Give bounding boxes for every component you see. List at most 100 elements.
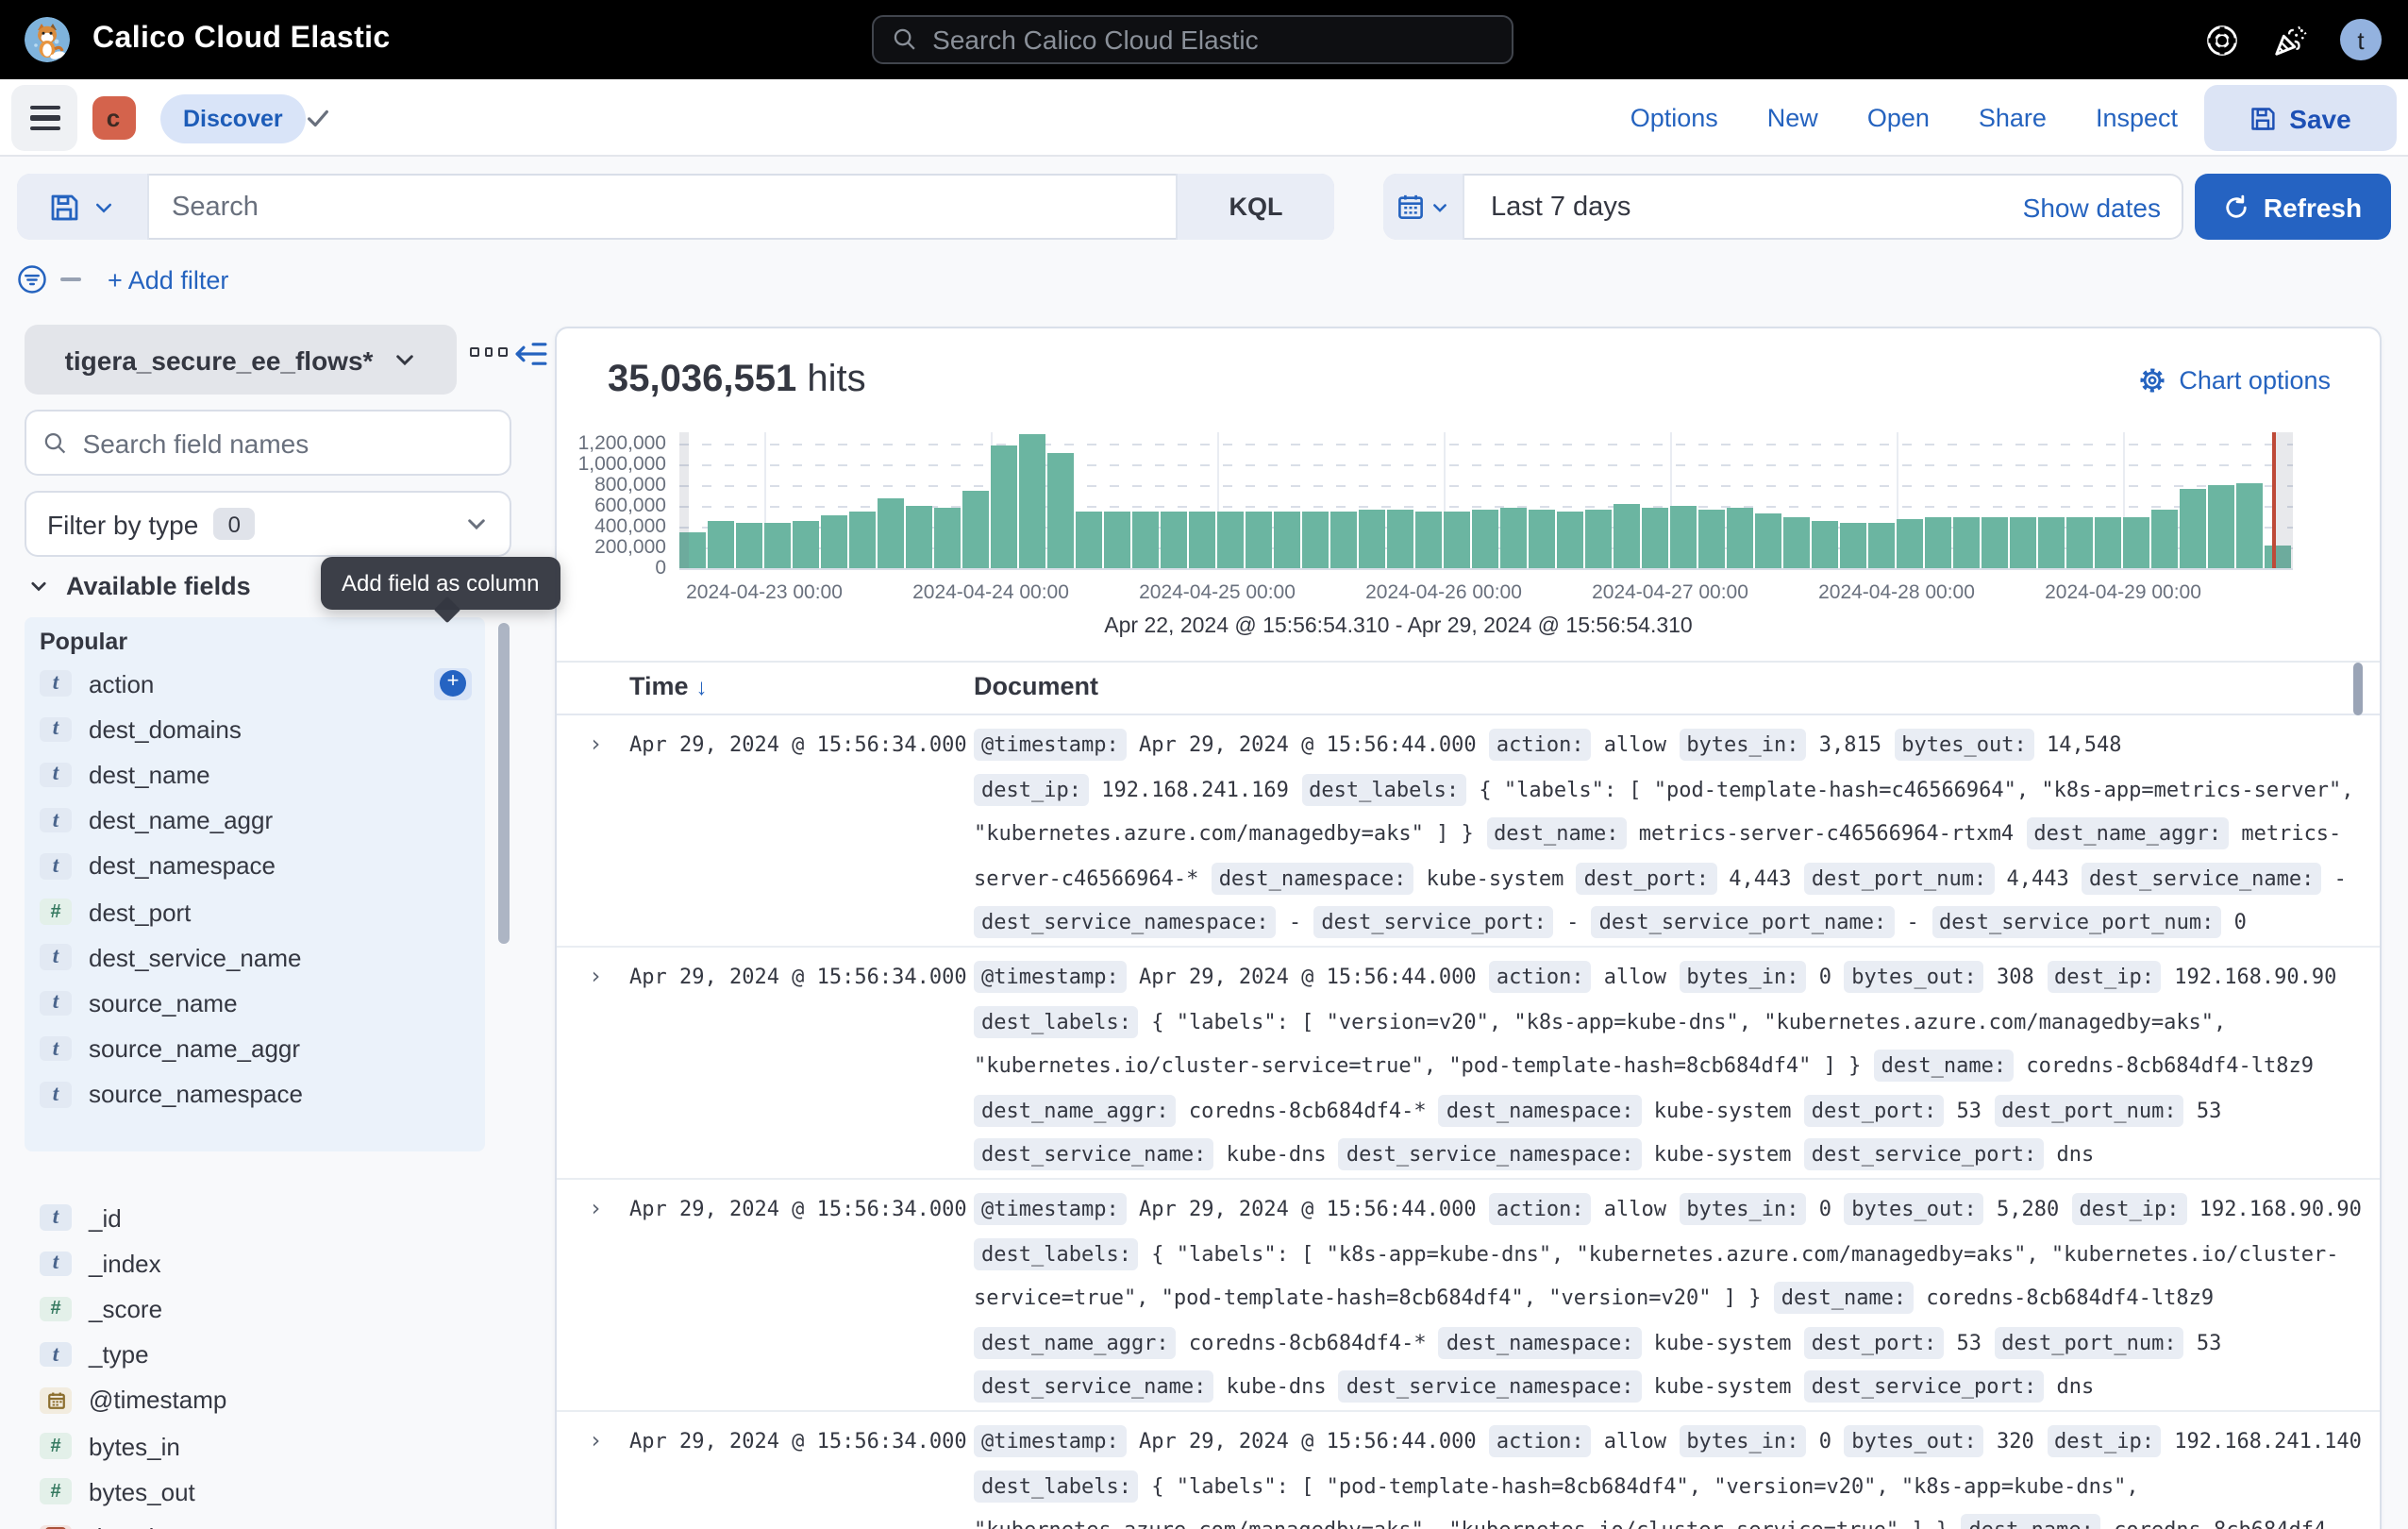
toolbar-link-open[interactable]: Open xyxy=(1867,104,1930,132)
histogram-bar[interactable] xyxy=(906,506,932,568)
field-item-source_namespace[interactable]: tsource_namespace xyxy=(25,1071,485,1117)
time-range-value[interactable]: Last 7 days xyxy=(1464,192,2000,222)
expand-row-icon[interactable]: › xyxy=(589,1427,602,1453)
histogram-bar[interactable] xyxy=(962,490,989,568)
doc-table-scrollbar[interactable] xyxy=(2353,663,2363,715)
show-dates-button[interactable]: Show dates xyxy=(2000,192,2183,222)
histogram-bar[interactable] xyxy=(2180,489,2206,568)
histogram-bar[interactable] xyxy=(878,498,904,568)
field-item-source_name[interactable]: tsource_name xyxy=(25,981,485,1026)
field-item-dest_ip[interactable]: IPdest_ip xyxy=(25,1515,485,1529)
histogram-bar[interactable] xyxy=(2010,517,2036,568)
global-search-input[interactable] xyxy=(932,25,1493,55)
field-item-dest_domains[interactable]: tdest_domains xyxy=(25,706,485,751)
toolbar-link-share[interactable]: Share xyxy=(1979,104,2047,132)
histogram-bar[interactable] xyxy=(1047,454,1074,568)
field-item-_type[interactable]: t_type xyxy=(25,1332,485,1377)
index-options-icon[interactable] xyxy=(470,347,507,356)
histogram-bar[interactable] xyxy=(821,515,847,568)
field-item-_index[interactable]: t_index xyxy=(25,1240,485,1285)
histogram-bar[interactable] xyxy=(764,523,791,568)
histogram-bar[interactable] xyxy=(1755,513,1781,568)
time-column-header[interactable]: Time↓ xyxy=(629,672,708,700)
histogram-bar[interactable] xyxy=(1359,511,1385,569)
histogram-bar[interactable] xyxy=(2066,517,2093,568)
global-search[interactable] xyxy=(872,15,1513,64)
field-search-input[interactable] xyxy=(83,428,493,458)
histogram-bar[interactable] xyxy=(849,512,876,568)
histogram-bar[interactable] xyxy=(1698,510,1725,568)
expand-row-icon[interactable]: › xyxy=(589,1195,602,1221)
histogram-bar[interactable] xyxy=(1387,510,1413,568)
histogram-bar[interactable] xyxy=(2038,517,2065,568)
field-item-_id[interactable]: t_id xyxy=(25,1195,485,1240)
histogram-bar[interactable] xyxy=(1670,506,1697,568)
histogram-bar[interactable] xyxy=(1925,517,1951,568)
kql-language-button[interactable]: KQL xyxy=(1176,174,1334,240)
date-picker-calendar-button[interactable] xyxy=(1383,174,1464,240)
histogram-bar[interactable] xyxy=(2151,510,2178,568)
add-field-as-column-button[interactable]: + xyxy=(434,667,472,700)
field-item-_score[interactable]: #_score xyxy=(25,1286,485,1332)
histogram-bar[interactable] xyxy=(1529,510,1555,568)
histogram-bar[interactable] xyxy=(1161,512,1187,568)
menu-hamburger-button[interactable] xyxy=(11,85,77,151)
available-fields-toggle[interactable]: Available fields xyxy=(28,572,251,600)
save-button[interactable]: Save xyxy=(2204,85,2397,151)
histogram-bar[interactable] xyxy=(1415,511,1442,568)
histogram-bar[interactable] xyxy=(1897,520,1923,569)
filter-icon[interactable] xyxy=(17,264,47,294)
histogram-bar[interactable] xyxy=(934,507,961,568)
histogram-bar[interactable] xyxy=(2208,484,2234,568)
histogram-bar[interactable] xyxy=(1585,511,1612,569)
histogram-bar[interactable] xyxy=(736,523,762,568)
histogram-bar[interactable] xyxy=(1104,511,1130,568)
expand-row-icon[interactable]: › xyxy=(589,963,602,989)
histogram-bar[interactable] xyxy=(1500,508,1527,568)
histogram-bar[interactable] xyxy=(1982,517,2008,568)
histogram-bar[interactable] xyxy=(1953,517,1980,568)
histogram-bar[interactable] xyxy=(1076,512,1102,568)
add-filter-button[interactable]: + Add filter xyxy=(108,265,228,294)
histogram-bar[interactable] xyxy=(2123,517,2149,568)
filter-by-type-select[interactable]: Filter by type 0 xyxy=(25,491,511,557)
field-item-@timestamp[interactable]: @timestamp xyxy=(25,1378,485,1423)
toolbar-link-inspect[interactable]: Inspect xyxy=(2096,104,2178,132)
field-item-bytes_in[interactable]: #bytes_in xyxy=(25,1423,485,1469)
help-buoy-icon[interactable] xyxy=(2204,22,2240,58)
histogram-bar[interactable] xyxy=(1727,508,1753,568)
calico-logo[interactable] xyxy=(25,17,70,62)
histogram-bar[interactable] xyxy=(1557,512,1583,568)
histogram-bar[interactable] xyxy=(1189,512,1215,568)
histogram-bar[interactable] xyxy=(1132,512,1159,568)
collapse-sidebar-icon[interactable] xyxy=(515,338,547,370)
histogram-bar[interactable] xyxy=(1840,522,1866,568)
histogram-bar[interactable] xyxy=(1868,522,1895,568)
histogram-bar[interactable] xyxy=(1444,512,1470,568)
kql-search-input[interactable] xyxy=(172,192,1153,222)
field-item-dest_port[interactable]: #dest_port xyxy=(25,889,485,934)
histogram-bar[interactable] xyxy=(991,446,1017,568)
user-avatar[interactable]: t xyxy=(2340,19,2382,60)
field-item-dest_name[interactable]: tdest_name xyxy=(25,752,485,798)
hits-histogram[interactable]: 0200,000400,000600,000800,0001,000,0001,… xyxy=(557,328,2380,659)
histogram-bar[interactable] xyxy=(2236,482,2263,568)
histogram-bar[interactable] xyxy=(1019,433,1045,568)
histogram-bar[interactable] xyxy=(1472,511,1498,569)
refresh-button[interactable]: Refresh xyxy=(2195,174,2391,240)
field-item-dest_namespace[interactable]: tdest_namespace xyxy=(25,844,485,889)
histogram-bar[interactable] xyxy=(1217,512,1244,568)
histogram-bar[interactable] xyxy=(1614,505,1640,568)
breadcrumb-discover[interactable]: Discover xyxy=(160,93,306,143)
histogram-bar[interactable] xyxy=(1274,512,1300,568)
field-item-source_name_aggr[interactable]: tsource_name_aggr xyxy=(25,1026,485,1071)
field-item-dest_name_aggr[interactable]: tdest_name_aggr xyxy=(25,798,485,843)
histogram-bar[interactable] xyxy=(2095,517,2121,568)
toolbar-link-new[interactable]: New xyxy=(1767,104,1818,132)
index-pattern-switcher[interactable]: tigera_secure_ee_flows* xyxy=(25,325,457,395)
histogram-bar[interactable] xyxy=(1302,511,1329,568)
sidebar-scrollbar[interactable] xyxy=(498,623,510,944)
histogram-bar[interactable] xyxy=(1330,512,1357,568)
toolbar-link-options[interactable]: Options xyxy=(1630,104,1718,132)
expand-row-icon[interactable]: › xyxy=(589,731,602,757)
